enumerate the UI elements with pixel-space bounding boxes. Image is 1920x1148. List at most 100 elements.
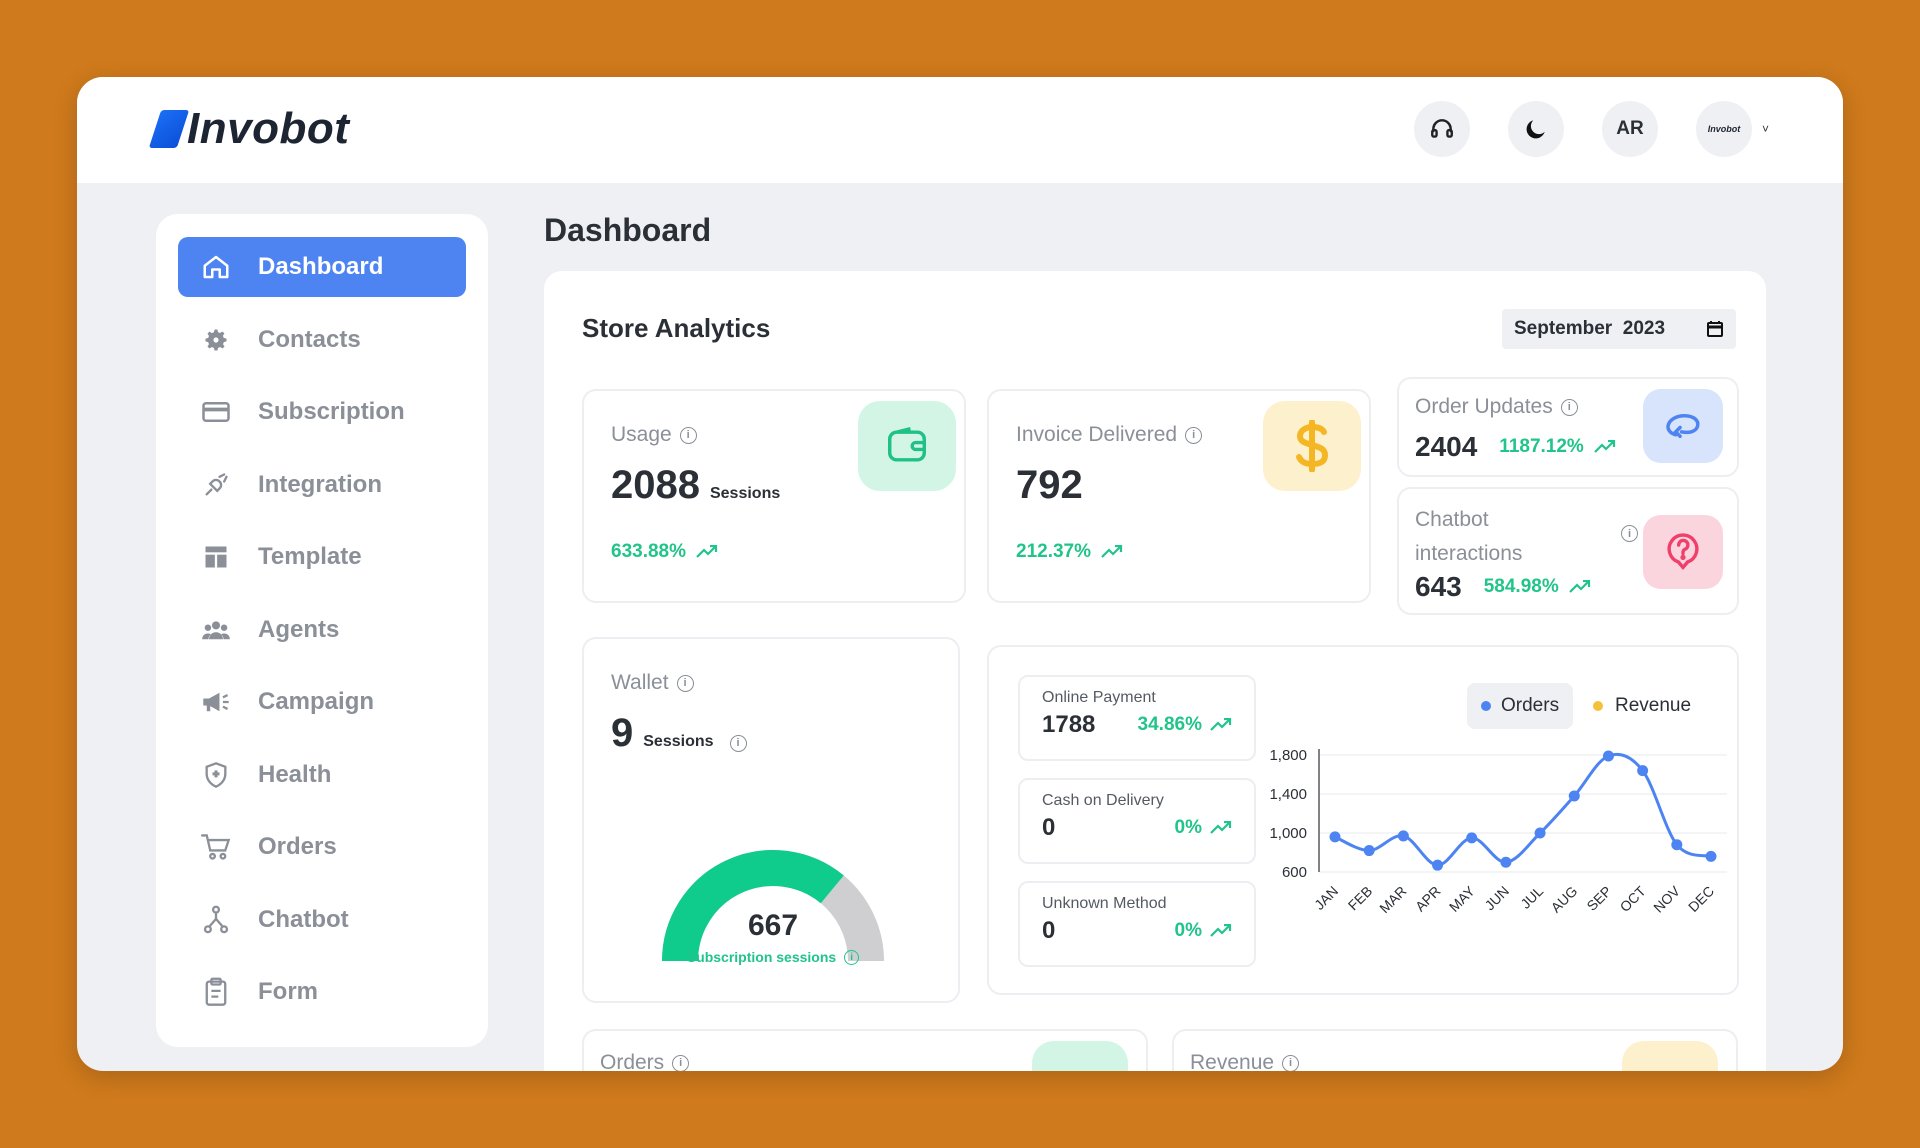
- x-tick-label: OCT: [1617, 882, 1650, 915]
- sidebar-item-label: Subscription: [258, 398, 405, 425]
- sidebar-item-label: Contacts: [258, 325, 361, 353]
- sidebar-item-label: Campaign: [258, 688, 375, 715]
- y-tick-label: 600: [1282, 864, 1307, 881]
- orders-point-sep[interactable]: [1602, 750, 1614, 762]
- x-tick-label: JAN: [1311, 883, 1341, 913]
- payment-cod: Cash on Delivery 0 0%: [1018, 778, 1256, 864]
- gauge-label: Subscription sessions: [686, 949, 837, 965]
- payment-value: 1788: [1042, 711, 1096, 738]
- info-icon[interactable]: i: [729, 734, 747, 752]
- orders-point-jul[interactable]: [1534, 827, 1546, 839]
- legend-dot-orders: [1481, 701, 1491, 711]
- month-picker[interactable]: September 2023: [1502, 309, 1736, 349]
- sidebar-item-label: Template: [258, 543, 362, 570]
- refresh-icon-box: [1643, 389, 1723, 463]
- orders-point-jun[interactable]: [1500, 856, 1512, 868]
- refresh-icon: [1666, 414, 1700, 438]
- dollar-icon: [1296, 420, 1329, 472]
- sidebar-item-label: Health: [258, 760, 332, 788]
- sidebar-item-label: Dashboard: [258, 253, 384, 280]
- trend-up-icon: [1594, 440, 1615, 453]
- sidebar-item-campaign[interactable]: Campaign: [178, 672, 466, 732]
- brand-logo[interactable]: Invobot: [148, 101, 350, 157]
- wallet-label: Wallet: [611, 671, 669, 694]
- clipboard-icon: [200, 976, 232, 1008]
- trend-up-icon: [1101, 545, 1123, 558]
- card-icon: [200, 396, 232, 428]
- sidebar-item-subscription[interactable]: Subscription: [178, 382, 466, 442]
- sidebar-item-integration[interactable]: Integration: [178, 455, 466, 515]
- sidebar-item-agents[interactable]: Agents: [178, 600, 466, 660]
- brand-name: Invobot: [187, 104, 350, 153]
- revenue-summary-card: Revenue i: [1172, 1029, 1738, 1071]
- subscription-gauge: [662, 850, 884, 962]
- support-button[interactable]: [1413, 101, 1470, 157]
- sidebar-item-dashboard[interactable]: Dashboard: [178, 237, 466, 297]
- sidebar-item-label: Chatbot: [258, 905, 349, 933]
- order-updates-value: 2404: [1415, 431, 1478, 462]
- sidebar-item-form[interactable]: Form: [178, 962, 466, 1022]
- orders-point-oct[interactable]: [1637, 765, 1649, 777]
- invoice-card: Invoice Delivered i 792 212.37%: [987, 389, 1371, 603]
- trend-up-icon: [1210, 924, 1232, 937]
- cart-icon: [200, 831, 232, 863]
- orders-point-feb[interactable]: [1363, 845, 1375, 857]
- invoice-trend: 212.37%: [1016, 541, 1092, 562]
- usage-trend: 633.88%: [611, 541, 687, 562]
- legend-revenue[interactable]: Revenue: [1593, 683, 1691, 729]
- legend-orders[interactable]: Orders: [1467, 683, 1574, 729]
- payment-pct: 34.86%: [1137, 714, 1202, 735]
- card-title: Store Analytics: [582, 313, 771, 343]
- chatbot-label-line2: interactions: [1415, 542, 1523, 565]
- sidebar-item-label: Agents: [258, 615, 340, 643]
- x-tick-label: APR: [1412, 883, 1444, 915]
- info-icon[interactable]: i: [679, 426, 697, 444]
- sidebar-item-template[interactable]: Template: [178, 527, 466, 587]
- orders-point-nov[interactable]: [1671, 839, 1683, 851]
- sidebar-item-health[interactable]: Health: [178, 745, 466, 805]
- info-icon[interactable]: i: [844, 949, 860, 965]
- payment-label: Unknown Method: [1042, 895, 1167, 912]
- avatar[interactable]: Invobot: [1695, 101, 1752, 157]
- info-icon[interactable]: i: [676, 674, 694, 692]
- sidebar-item-orders[interactable]: Orders: [178, 817, 466, 877]
- x-tick-label: FEB: [1345, 883, 1376, 914]
- dark-mode-toggle[interactable]: [1507, 101, 1564, 157]
- orders-point-apr[interactable]: [1432, 859, 1444, 871]
- info-icon[interactable]: i: [1282, 1054, 1300, 1071]
- info-icon[interactable]: i: [672, 1054, 690, 1071]
- chevron-down-icon[interactable]: ˅: [1762, 122, 1769, 136]
- headset-icon: [1431, 119, 1453, 138]
- orders-point-aug[interactable]: [1568, 790, 1580, 802]
- usage-unit: Sessions: [709, 485, 781, 502]
- dollar-icon-box: [1263, 401, 1361, 491]
- payment-label: Online Payment: [1042, 689, 1156, 706]
- chatbot-trend: 584.98%: [1483, 576, 1559, 597]
- sidebar-item-chatbot[interactable]: Chatbot: [178, 890, 466, 950]
- trend-up-icon: [1568, 580, 1590, 593]
- wallet-unit: Sessions: [643, 733, 714, 750]
- info-icon[interactable]: i: [1185, 426, 1203, 444]
- orders-point-jan[interactable]: [1329, 831, 1341, 843]
- orders-point-mar[interactable]: [1397, 830, 1409, 842]
- order-updates-card: Order Updates i 2404 1187.12%: [1397, 377, 1739, 477]
- avatar-text: Invobot: [1707, 124, 1741, 134]
- wallet-card: Wallet i 9 Sessions i 667 Subscription s…: [582, 637, 960, 1003]
- language-button[interactable]: AR: [1601, 101, 1658, 157]
- info-icon[interactable]: i: [1560, 398, 1578, 416]
- chatbot-label-line1: Chatbot: [1415, 508, 1489, 531]
- info-icon[interactable]: i: [1621, 525, 1638, 542]
- payment-pct: 0%: [1174, 920, 1202, 941]
- orders-summary-card: Orders i: [582, 1029, 1148, 1071]
- calendar-icon: [1707, 321, 1723, 337]
- usage-label: Usage: [611, 423, 672, 446]
- wallet-value: 9: [611, 711, 634, 755]
- sidebar-item-contacts[interactable]: Contacts: [178, 310, 466, 370]
- wallet-icon-box: [858, 401, 956, 491]
- question-bubble-icon: [1667, 533, 1699, 570]
- trend-up-icon: [1210, 718, 1232, 731]
- sidebar-item-label: Orders: [258, 833, 337, 860]
- orders-point-dec[interactable]: [1705, 850, 1717, 862]
- usage-value: 2088: [611, 463, 700, 507]
- orders-point-may[interactable]: [1466, 832, 1478, 844]
